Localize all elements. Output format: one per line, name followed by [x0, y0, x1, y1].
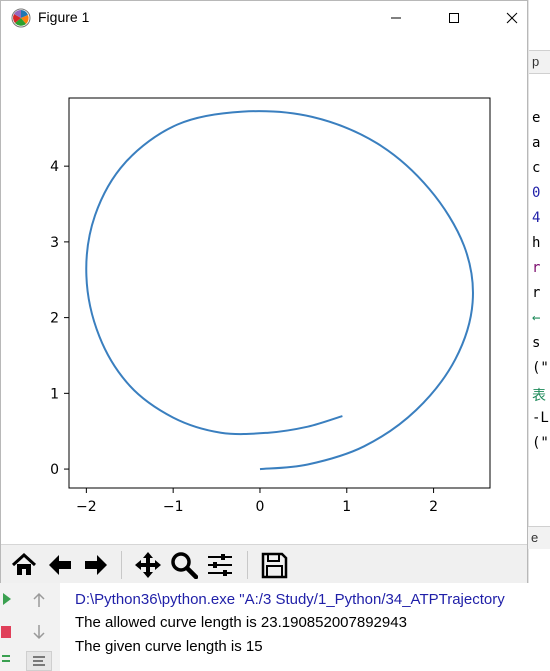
pan-icon: [135, 552, 161, 578]
ide-code-fragment: e: [532, 110, 541, 126]
ide-code-fragment: a: [532, 135, 541, 151]
console-line-given-length: The given curve length is 15: [75, 638, 263, 655]
pan-button[interactable]: [133, 550, 163, 580]
x-ticks: −2 −1 0 1 2: [76, 488, 438, 515]
ide-code-fragment: 0: [532, 185, 541, 201]
arrow-up-icon: [33, 592, 45, 607]
ide-code-fragment: r: [532, 260, 541, 276]
minimize-icon: [391, 17, 401, 18]
back-arrow-icon: [49, 555, 71, 575]
rerun-button[interactable]: [0, 591, 14, 607]
save-icon: [261, 552, 288, 579]
maximize-icon: [449, 12, 459, 23]
forward-arrow-icon: [85, 555, 107, 575]
x-tick-label: 0: [256, 499, 265, 515]
y-tick-label: 1: [50, 386, 59, 402]
home-button[interactable]: [9, 550, 39, 580]
title-bar[interactable]: Figure 1: [1, 1, 527, 34]
ide-code-fragment: s: [532, 335, 541, 351]
window-title: Figure 1: [38, 9, 90, 25]
ide-tab-text: p: [532, 54, 540, 69]
ide-code-fragment: (": [532, 435, 549, 451]
rerun-arrow-icon: [2, 655, 10, 662]
x-tick-label: 2: [429, 499, 438, 515]
ide-code-fragment: 表: [532, 388, 546, 404]
matplotlib-app-icon: [11, 8, 31, 28]
soft-wrap-icon: [33, 656, 45, 666]
home-icon: [11, 552, 37, 575]
rerun-arrow-button[interactable]: [0, 653, 12, 669]
close-icon: [506, 12, 518, 23]
console-gutter: [0, 583, 61, 671]
ide-code-fragment: h: [532, 235, 541, 251]
toolbar-separator: [121, 551, 122, 579]
minimize-button[interactable]: [373, 1, 419, 34]
save-button[interactable]: [259, 550, 289, 580]
ide-code-fragment: ←: [532, 310, 541, 326]
zoom-button[interactable]: [169, 550, 199, 580]
ide-bottom-text: e: [531, 530, 539, 545]
forward-button[interactable]: [81, 550, 111, 580]
stop-icon: [1, 626, 11, 638]
ide-code-fragment: 4: [532, 210, 541, 226]
y-tick-label: 4: [50, 159, 59, 175]
configure-subplots-icon: [208, 554, 232, 576]
configure-subplots-button[interactable]: [205, 550, 235, 580]
stop-button[interactable]: [0, 625, 12, 639]
ide-editor-edge: p e a c 0 4 h r r ← s (" 表 -L (": [528, 0, 550, 671]
arrow-down-icon: [33, 625, 45, 640]
close-button[interactable]: [489, 1, 535, 34]
navigation-toolbar: [1, 544, 527, 583]
ide-code-fragment: (": [532, 360, 549, 376]
x-tick-label: 1: [342, 499, 351, 515]
figure-window: Figure 1 −2 −1 0 1 2 0 1 2 3 4: [0, 0, 528, 583]
scroll-up-button[interactable]: [30, 591, 48, 609]
ide-bottom-strip: e: [528, 526, 550, 549]
y-tick-label: 0: [50, 462, 59, 478]
x-tick-label: −2: [76, 499, 97, 515]
ide-code-fragment: c: [532, 160, 541, 176]
curve-line: [85, 110, 474, 471]
back-button[interactable]: [45, 550, 75, 580]
ide-tab-fragment[interactable]: p: [529, 50, 550, 74]
y-ticks: 0 1 2 3 4: [50, 159, 69, 478]
zoom-icon: [171, 552, 198, 579]
run-console[interactable]: D:\Python36\python.exe "A:/3 Study/1_Pyt…: [60, 583, 550, 671]
console-line-command: D:\Python36\python.exe "A:/3 Study/1_Pyt…: [75, 591, 505, 608]
ide-code-fragment: r: [532, 285, 541, 301]
x-tick-label: −1: [163, 499, 184, 515]
maximize-button[interactable]: [431, 1, 477, 34]
console-line-allowed-length: The allowed curve length is 23.190852007…: [75, 614, 407, 631]
rerun-icon: [3, 593, 11, 605]
soft-wrap-button[interactable]: [26, 651, 52, 671]
y-tick-label: 3: [50, 235, 59, 251]
ide-code-fragment: -L: [532, 410, 549, 426]
scroll-down-button[interactable]: [30, 623, 48, 641]
y-tick-label: 2: [50, 311, 59, 327]
plot-canvas[interactable]: −2 −1 0 1 2 0 1 2 3 4: [1, 34, 527, 544]
toolbar-separator: [247, 551, 248, 579]
